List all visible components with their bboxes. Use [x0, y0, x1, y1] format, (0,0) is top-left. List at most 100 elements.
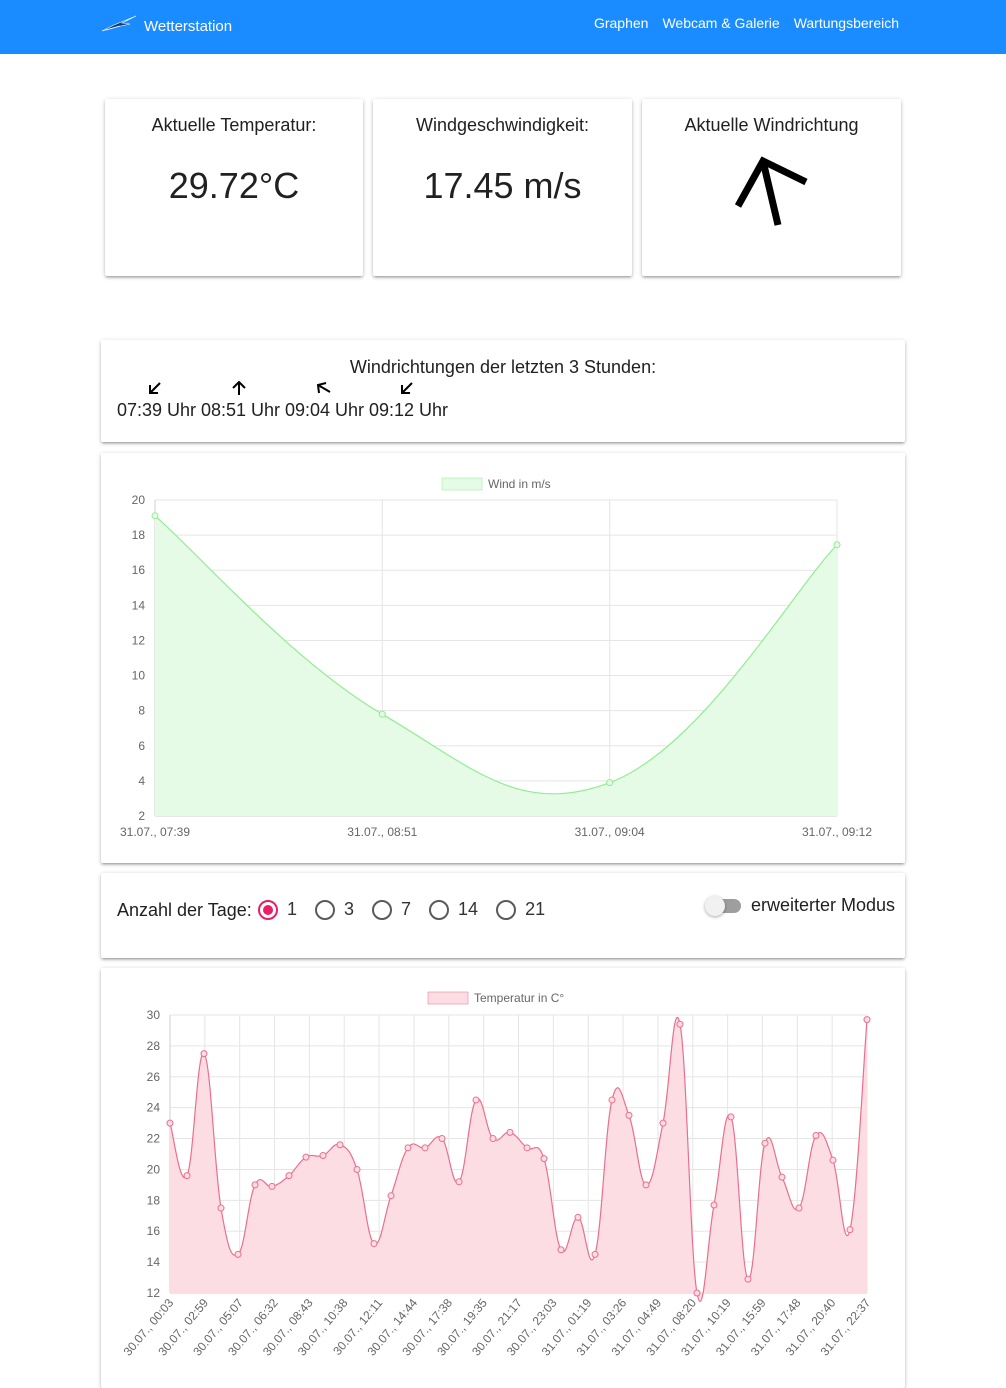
wind-history-list: 07:39 Uhr 08:51 Uhr 09:04 Uhr 09:12 Uhr — [117, 380, 449, 421]
data-point — [166, 1119, 174, 1127]
data-point — [676, 1020, 684, 1028]
y-tick-label: 16 — [147, 1224, 161, 1238]
wind-speed-value: 17.45 m/s — [423, 165, 582, 206]
days-radio-7[interactable]: 7 — [372, 899, 411, 920]
brand-title: Wetterstation — [144, 17, 233, 35]
data-point — [183, 1172, 191, 1180]
wind-direction-card: Aktuelle Windrichtung — [642, 99, 901, 276]
data-point — [574, 1213, 582, 1221]
y-tick-label: 28 — [147, 1039, 161, 1053]
wind-direction-title: Aktuelle Windrichtung — [684, 115, 859, 135]
nav-links: Graphen Webcam & Galerie Wartungsbereich — [594, 15, 899, 31]
y-tick-label: 12 — [147, 1286, 161, 1300]
radio-empty-icon[interactable] — [496, 899, 517, 920]
data-point — [438, 1135, 446, 1143]
y-tick-label: 4 — [138, 774, 145, 788]
data-point — [795, 1204, 803, 1212]
data-point — [557, 1246, 565, 1254]
y-tick-label: 24 — [147, 1101, 161, 1115]
legend-swatch — [441, 477, 483, 491]
y-tick-label: 16 — [132, 563, 146, 577]
wind-speed-card: Windgeschwindigkeit: 17.45 m/s — [373, 99, 632, 276]
data-point — [302, 1153, 310, 1161]
wind-chart-card: Wind in m/s 2 4 6 8 10 12 14 16 18 20 31.07., 07:39… — [101, 453, 905, 863]
x-tick-label: 31.07., 07:39 — [120, 825, 190, 839]
temperature-value: 29.72°C — [168, 165, 300, 206]
data-point — [761, 1139, 769, 1147]
wind-history-item: 09:04 Uhr — [285, 380, 365, 421]
y-tick-label: 2 — [138, 809, 145, 823]
top-navbar: Wetterstation Graphen Webcam & Galerie W… — [0, 0, 1006, 54]
data-point — [540, 1155, 548, 1163]
y-tick-label: 22 — [147, 1132, 161, 1146]
wind-history-time: 09:12 Uhr — [369, 400, 449, 420]
nav-link-graphen[interactable]: Graphen — [594, 15, 648, 31]
data-point — [778, 1173, 786, 1181]
legend-swatch — [427, 991, 469, 1005]
toggle-knob[interactable] — [705, 895, 725, 916]
y-tick-label: 18 — [132, 528, 146, 542]
series-area — [155, 515, 837, 816]
arrow-down-left-icon — [401, 382, 413, 394]
data-point — [268, 1182, 276, 1190]
data-point — [606, 779, 614, 787]
temperature-card: Aktuelle Temperatur: 29.72°C — [105, 99, 363, 276]
days-radio-21[interactable]: 21 — [496, 899, 545, 920]
y-tick-label: 26 — [147, 1070, 161, 1084]
data-point — [455, 1178, 463, 1186]
radio-empty-icon[interactable] — [429, 899, 450, 920]
data-point — [200, 1050, 208, 1058]
data-point — [625, 1111, 633, 1119]
radio-empty-icon[interactable] — [372, 899, 393, 920]
arrow-up-icon — [232, 380, 246, 395]
x-tick-label: 31.07., 09:12 — [802, 825, 872, 839]
nav-link-wartungsbereich[interactable]: Wartungsbereich — [794, 15, 899, 31]
extended-mode-toggle[interactable]: erweiterter Modus — [705, 895, 895, 916]
brand[interactable]: Wetterstation — [100, 12, 232, 36]
arrow-down-left-icon — [149, 382, 161, 394]
data-point — [744, 1275, 752, 1283]
radio-selected-icon[interactable] — [258, 899, 278, 920]
data-point — [829, 1156, 837, 1164]
toggle-track[interactable] — [705, 895, 741, 916]
days-label: Anzahl der Tage: — [117, 900, 252, 920]
wind-chart: Wind in m/s 2 4 6 8 10 12 14 16 18 20 31.07., 07:39… — [120, 477, 872, 839]
days-radio-14[interactable]: 14 — [429, 899, 478, 920]
temperature-title: Aktuelle Temperatur: — [151, 115, 317, 135]
data-point — [506, 1128, 514, 1136]
arrow-up-left-icon — [734, 156, 808, 226]
data-point — [336, 1141, 344, 1149]
nav-link-webcam-galerie[interactable]: Webcam & Galerie — [662, 15, 779, 31]
y-tick-label: 10 — [132, 669, 146, 683]
wind-history-card: Windrichtungen der letzten 3 Stunden: 07… — [101, 340, 905, 442]
temperature-chart-card: Temperatur in C° 12 14 16 18 20 22 24 26 28 30 30.0… — [101, 968, 905, 1388]
data-point — [693, 1289, 701, 1297]
x-tick-label: 31.07., 09:04 — [575, 825, 645, 839]
radio-empty-icon[interactable] — [315, 899, 336, 920]
data-point — [489, 1135, 497, 1143]
days-radio-1[interactable]: 1 — [258, 899, 297, 920]
wind-history-item: 09:12 Uhr — [369, 380, 449, 421]
data-point — [217, 1204, 225, 1212]
legend-label: Wind in m/s — [488, 477, 551, 491]
temperature-chart: Temperatur in C°1214161820222426283030.0… — [121, 991, 874, 1359]
data-point — [370, 1240, 378, 1248]
data-point — [727, 1113, 735, 1121]
data-point — [353, 1165, 361, 1173]
data-point — [523, 1144, 531, 1152]
y-tick-label: 20 — [147, 1162, 161, 1176]
arrow-up-left-icon — [316, 382, 331, 394]
y-tick-label: 14 — [132, 598, 146, 612]
x-tick-label: 31.07., 08:51 — [347, 825, 417, 839]
data-point — [251, 1181, 259, 1189]
data-point — [833, 541, 841, 549]
data-point — [387, 1192, 395, 1200]
data-point — [608, 1096, 616, 1104]
wind-history-time: 08:51 Uhr — [201, 400, 281, 420]
data-point — [659, 1119, 667, 1127]
days-radio-3[interactable]: 3 — [315, 899, 354, 920]
wind-history-title: Windrichtungen der letzten 3 Stunden: — [349, 357, 657, 377]
days-controls-card: Anzahl der Tage: 1 3 7 14 21 erweiterter… — [101, 873, 905, 958]
y-tick-label: 18 — [147, 1193, 161, 1207]
wind-history-time: 09:04 Uhr — [285, 400, 365, 420]
